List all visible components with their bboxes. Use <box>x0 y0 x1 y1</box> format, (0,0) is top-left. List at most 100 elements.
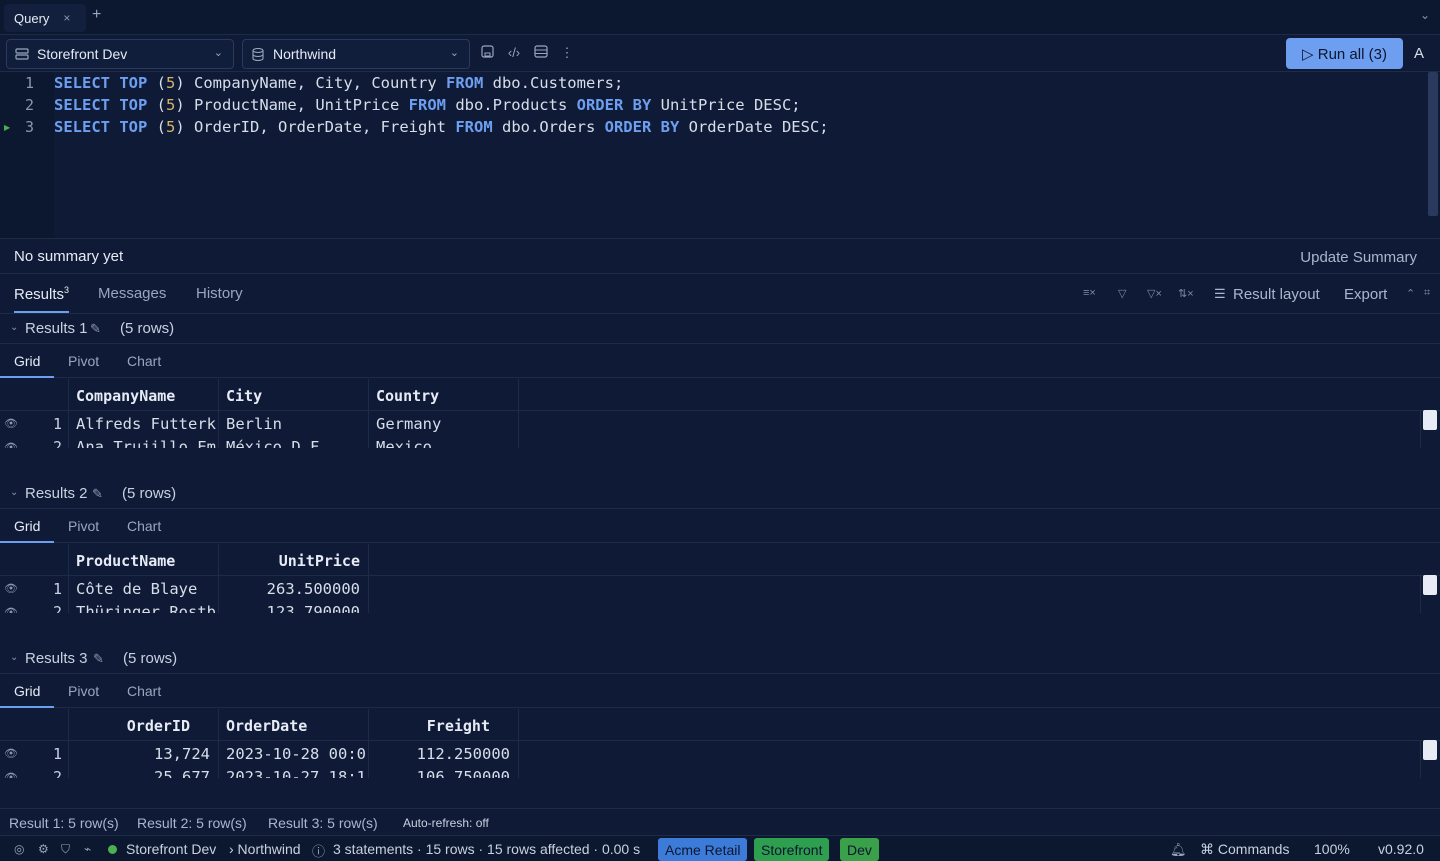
status-database[interactable]: › Northwind <box>229 841 301 857</box>
column-header[interactable]: Freight <box>376 717 490 735</box>
column-header[interactable]: UnitPrice <box>226 552 360 570</box>
save-icon[interactable] <box>479 45 495 61</box>
tab-chart[interactable]: Chart <box>127 518 161 534</box>
tab-chart[interactable]: Chart <box>127 353 161 369</box>
chevron-down-icon[interactable]: ⌄ <box>1420 8 1430 22</box>
close-icon[interactable]: × <box>63 11 70 25</box>
grid-toggle-icon[interactable]: ⌗ <box>1424 287 1430 300</box>
column-header[interactable]: City <box>226 387 366 405</box>
cell[interactable]: México D.F. <box>226 438 366 448</box>
grid-scrollbar[interactable] <box>1423 410 1437 430</box>
cell[interactable]: 25,677 <box>76 768 210 778</box>
cell[interactable]: Thüringer Rostb <box>76 603 216 613</box>
pencil-icon[interactable]: ✎ <box>90 321 101 337</box>
active-tab-indicator <box>0 376 54 378</box>
add-tab-icon[interactable]: + <box>92 6 101 24</box>
tag-acme-retail[interactable]: Acme Retail <box>658 838 748 861</box>
result-title: Results 3 <box>25 650 88 667</box>
cell[interactable]: 13,724 <box>76 745 210 763</box>
column-header[interactable]: Country <box>376 387 516 405</box>
cell[interactable]: 263.500000 <box>226 580 360 598</box>
database-select[interactable]: Northwind ⌄ <box>242 39 470 69</box>
chevron-down-icon[interactable]: ⌄ <box>10 652 18 663</box>
shield-icon[interactable]: ⛉ <box>61 842 70 857</box>
column-header[interactable]: CompanyName <box>76 387 216 405</box>
pencil-icon[interactable]: ✎ <box>93 651 104 667</box>
column-header[interactable]: ProductName <box>76 552 216 570</box>
cell[interactable]: Mexico <box>376 438 516 448</box>
auto-refresh-status[interactable]: Auto-refresh: off <box>403 816 489 830</box>
eye-icon[interactable]: 👁 <box>4 747 18 760</box>
cell[interactable]: Ana Trujillo Em <box>76 438 216 448</box>
filter-icon[interactable]: ▽ <box>1118 287 1126 300</box>
tab-pivot[interactable]: Pivot <box>68 353 99 369</box>
tag-storefront[interactable]: Storefront <box>754 838 830 861</box>
tab-grid[interactable]: Grid <box>14 683 40 699</box>
clear-filter-icon[interactable]: ≡× <box>1083 287 1096 299</box>
chevron-up-icon[interactable]: ⌃ <box>1406 287 1415 300</box>
activity-icon[interactable]: ⌁ <box>84 842 91 856</box>
bell-icon[interactable]: 🔔︎ <box>1170 842 1187 858</box>
update-summary-button[interactable]: Update Summary <box>1300 249 1417 266</box>
editor-scrollbar[interactable] <box>1428 72 1438 216</box>
account-icon[interactable]: ◎ <box>14 842 24 856</box>
column-header[interactable]: OrderDate <box>226 717 366 735</box>
tab-pivot[interactable]: Pivot <box>68 683 99 699</box>
cell[interactable]: 112.250000 <box>376 745 510 763</box>
grid-scrollbar[interactable] <box>1423 740 1437 760</box>
chevron-down-icon[interactable]: ⌄ <box>10 322 18 333</box>
status-connection[interactable]: Storefront Dev <box>126 841 216 857</box>
column-divider <box>68 544 69 613</box>
tab-pivot[interactable]: Pivot <box>68 518 99 534</box>
run-all-button[interactable]: ▷ Run all (3) <box>1286 38 1403 69</box>
result-header[interactable]: ⌄ Results 3 ✎ (5 rows) <box>0 644 1440 674</box>
cell[interactable]: Berlin <box>226 415 366 433</box>
cell[interactable]: Alfreds Futterk <box>76 415 216 433</box>
tab-grid[interactable]: Grid <box>14 353 40 369</box>
tag-dev[interactable]: Dev <box>840 838 879 861</box>
result-2-status[interactable]: Result 2: 5 row(s) <box>137 815 247 831</box>
grid-header: ProductName UnitPrice <box>0 544 1440 576</box>
column-header[interactable]: OrderID <box>76 717 190 735</box>
result-1-status[interactable]: Result 1: 5 row(s) <box>9 815 119 831</box>
more-icon[interactable]: ⋮ <box>559 45 575 61</box>
cell[interactable]: 2023-10-27 18:1 <box>226 768 366 778</box>
tab-messages[interactable]: Messages <box>98 285 166 302</box>
zoom-level[interactable]: 100% <box>1314 841 1350 857</box>
sql-editor[interactable]: 1 2 ▶ 3 SELECT TOP (5) CompanyName, City… <box>0 72 1440 238</box>
eye-icon[interactable]: 👁 <box>4 441 18 448</box>
cell[interactable]: 123.790000 <box>226 603 360 613</box>
grid-scrollbar[interactable] <box>1423 575 1437 595</box>
result-3-status[interactable]: Result 3: 5 row(s) <box>268 815 378 831</box>
chevron-down-icon[interactable]: ⌄ <box>10 487 18 498</box>
eye-icon[interactable]: 👁 <box>4 771 18 778</box>
tab-query[interactable]: Query × <box>4 4 86 32</box>
clear-sort-icon[interactable]: ⇅× <box>1178 287 1194 300</box>
cell[interactable]: 2023-10-28 00:0 <box>226 745 366 763</box>
clear-filter-alt-icon[interactable]: ▽× <box>1147 287 1162 300</box>
result-header[interactable]: ⌄ Results 1 ✎ (5 rows) <box>0 314 1440 344</box>
tab-grid[interactable]: Grid <box>14 518 40 534</box>
cell[interactable]: 106.750000 <box>376 768 510 778</box>
cell[interactable]: Germany <box>376 415 516 433</box>
eye-icon[interactable]: 👁 <box>4 606 18 613</box>
column-divider <box>68 379 69 448</box>
gear-icon[interactable]: ⚙ <box>38 842 49 856</box>
tab-results[interactable]: Results3 <box>14 285 70 313</box>
pencil-icon[interactable]: ✎ <box>92 486 103 502</box>
connection-select[interactable]: Storefront Dev ⌄ <box>6 39 234 69</box>
table-icon[interactable] <box>533 45 549 61</box>
eye-icon[interactable]: 👁 <box>4 582 18 595</box>
result-set-1: ⌄ Results 1 ✎ (5 rows) Grid Pivot Chart … <box>0 314 1440 479</box>
commands-button[interactable]: ⌘ Commands <box>1200 841 1289 858</box>
code-icon[interactable]: ‹/› <box>506 45 522 60</box>
tab-chart[interactable]: Chart <box>127 683 161 699</box>
export-button[interactable]: Export <box>1344 286 1387 303</box>
result-layout-button[interactable]: Result layout <box>1233 286 1320 303</box>
status-stats: 3 statements · 15 rows · 15 rows affecte… <box>333 841 641 857</box>
cell[interactable]: Côte de Blaye <box>76 580 216 598</box>
result-header[interactable]: ⌄ Results 2 ✎ (5 rows) <box>0 479 1440 509</box>
tab-history[interactable]: History <box>196 285 243 302</box>
font-toggle-button[interactable]: A <box>1414 45 1424 62</box>
eye-icon[interactable]: 👁 <box>4 417 18 430</box>
